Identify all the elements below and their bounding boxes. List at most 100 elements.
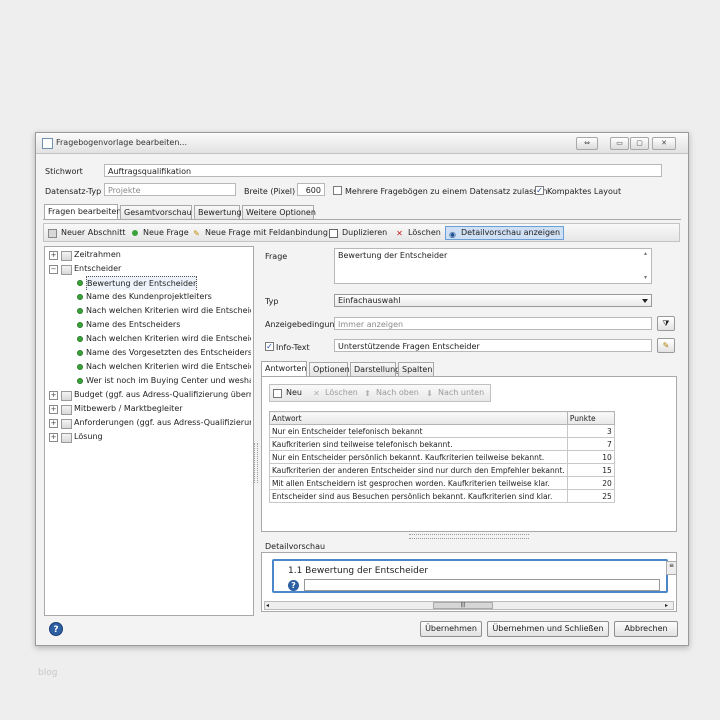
vertical-splitter[interactable] bbox=[254, 443, 258, 483]
collapse-icon[interactable]: − bbox=[49, 265, 58, 274]
tab-fragen-bearbeiten[interactable]: Fragen bearbeiten bbox=[44, 204, 121, 219]
tree-question[interactable]: Nach welchen Kriterien wird die Entschei… bbox=[49, 360, 251, 374]
green-dot-icon bbox=[77, 378, 83, 384]
tree-label: Budget (ggf. aus Adress-Qualifizierung ü… bbox=[74, 390, 251, 399]
question-toolbar: Neuer Abschnitt Neue Frage ✎ Neue Frage … bbox=[43, 223, 680, 242]
tree-question[interactable]: Wer ist noch im Buying Center und weshal… bbox=[49, 374, 251, 388]
preview-select[interactable] bbox=[304, 579, 660, 591]
expand-icon[interactable]: + bbox=[49, 405, 58, 414]
nach-unten-button[interactable]: ⬇ Nach unten bbox=[423, 386, 484, 400]
close-button[interactable]: ✕ bbox=[652, 137, 676, 150]
tree-section[interactable]: + Mitbewerb / Marktbegleiter bbox=[49, 402, 251, 416]
tree-section[interactable]: + Zeitrahmen bbox=[49, 248, 251, 262]
restore-arrows-icon[interactable]: ⇔ bbox=[576, 137, 598, 150]
antwort-cell: Entscheider sind aus Besuchen persönlich… bbox=[269, 489, 568, 503]
preview-hscrollbar[interactable]: ◂ ||| ▸ bbox=[264, 601, 674, 610]
tree-question[interactable]: Name des Kundenprojektleiters bbox=[49, 290, 251, 304]
uebernehmen-und-schliessen-button[interactable]: Übernehmen und Schließen bbox=[487, 621, 609, 637]
tree-question[interactable]: Name des Entscheiders bbox=[49, 318, 251, 332]
expand-icon[interactable]: + bbox=[49, 433, 58, 442]
punkte-cell: 3 bbox=[566, 424, 615, 438]
subtab-optionen[interactable]: Optionen bbox=[309, 362, 350, 376]
table-row[interactable]: Kaufkriterien sind teilweise telefonisch… bbox=[269, 437, 615, 451]
textarea-scroll-up[interactable]: ▴ bbox=[644, 250, 647, 257]
subtab-antworten[interactable]: Antworten bbox=[261, 361, 307, 376]
expand-icon[interactable]: + bbox=[49, 419, 58, 428]
tree-section[interactable]: + Anforderungen (ggf. aus Adress-Qualifiz… bbox=[49, 416, 251, 430]
table-row[interactable]: Kaufkriterien der anderen Entscheider si… bbox=[269, 463, 615, 477]
tree-question[interactable]: Name des Vorgesetzten des Entscheiders bbox=[49, 346, 251, 360]
table-row[interactable]: Nur ein Entscheider persönlich bekannt. … bbox=[269, 450, 615, 464]
neue-frage-button[interactable]: Neue Frage bbox=[128, 226, 189, 240]
expand-icon[interactable]: + bbox=[49, 251, 58, 260]
table-row[interactable]: Entscheider sind aus Besuchen persönlich… bbox=[269, 489, 615, 503]
subtab-spalten[interactable]: Spalten bbox=[398, 362, 434, 376]
typ-select[interactable]: Einfachauswahl bbox=[334, 294, 652, 307]
tree-section[interactable]: + Budget (ggf. aus Adress-Qualifizierung … bbox=[49, 388, 251, 402]
edit-pencil-icon[interactable]: ✎ bbox=[657, 338, 675, 353]
breite-input[interactable]: 600 bbox=[297, 183, 325, 196]
delete-x-icon: ✕ bbox=[313, 389, 320, 398]
column-header-antwort[interactable]: Antwort bbox=[269, 411, 568, 425]
tree-section[interactable]: + Lösung bbox=[49, 430, 251, 444]
field-link-icon: ✎ bbox=[193, 229, 200, 238]
info-text-checkbox[interactable]: ✓ bbox=[265, 342, 274, 351]
filter-icon[interactable]: ⧩ bbox=[657, 316, 675, 331]
maximize-button[interactable]: ▢ bbox=[630, 137, 649, 150]
neuer-abschnitt-button[interactable]: Neuer Abschnitt bbox=[46, 226, 125, 240]
green-dot-icon bbox=[77, 280, 83, 286]
minimize-button[interactable]: ▭ bbox=[610, 137, 629, 150]
neue-frage-feldanbindung-button[interactable]: ✎ Neue Frage mit Feldanbindung bbox=[190, 226, 328, 240]
column-header-punkte[interactable]: Punkte bbox=[566, 411, 615, 425]
tree-question[interactable]: Bewertung der Entscheider bbox=[49, 276, 251, 290]
answer-loeschen-button[interactable]: ✕ Löschen bbox=[310, 386, 358, 400]
green-dot-icon bbox=[77, 294, 83, 300]
frage-textarea[interactable]: Bewertung der Entscheider bbox=[334, 248, 652, 284]
anzeigebedingung-label: Anzeigebedingung bbox=[265, 320, 340, 329]
textarea-scroll-down[interactable]: ▾ bbox=[644, 274, 647, 281]
expand-icon[interactable]: + bbox=[49, 391, 58, 400]
detailvorschau-button[interactable]: ◉ Detailvorschau anzeigen bbox=[445, 226, 565, 240]
neu-button[interactable]: Neu bbox=[271, 386, 302, 400]
duplizieren-button[interactable]: Duplizieren bbox=[327, 226, 387, 240]
tab-bewertung[interactable]: Bewertung bbox=[194, 205, 242, 219]
punkte-cell: 15 bbox=[566, 463, 615, 477]
answers-table: Antwort Punkte Nur ein Entscheider telef… bbox=[269, 411, 615, 503]
scroll-left-icon[interactable]: ◂ bbox=[266, 602, 269, 609]
help-icon[interactable]: ? bbox=[49, 622, 63, 636]
help-icon[interactable]: ? bbox=[288, 580, 299, 591]
nach-oben-button[interactable]: ⬆ Nach oben bbox=[361, 386, 419, 400]
tree-label: Name des Entscheiders bbox=[86, 320, 181, 329]
section-icon bbox=[61, 391, 72, 401]
datensatz-typ-label: Datensatz-Typ bbox=[45, 187, 102, 196]
table-row[interactable]: Nur ein Entscheider telefonisch bekannt 3 bbox=[269, 424, 615, 438]
punkte-cell: 20 bbox=[566, 476, 615, 490]
scroll-right-icon[interactable]: ▸ bbox=[665, 602, 668, 609]
window-icon bbox=[42, 138, 53, 149]
mehrere-checkbox[interactable] bbox=[333, 186, 342, 195]
tab-weitere-optionen[interactable]: Weitere Optionen bbox=[242, 205, 316, 219]
uebernehmen-button[interactable]: Übernehmen bbox=[420, 621, 482, 637]
hscroll-thumb[interactable]: ||| bbox=[433, 602, 493, 609]
window-title: Fragebogenvorlage bearbeiten... bbox=[56, 138, 188, 147]
title-bar: Fragebogenvorlage bearbeiten... ⇔ ▭ ▢ ✕ bbox=[36, 133, 688, 154]
arrow-up-icon: ⬆ bbox=[364, 389, 371, 398]
table-row[interactable]: Mit allen Entscheidern ist gesprochen wo… bbox=[269, 476, 615, 490]
preview-scrollbar-thumb[interactable]: ≡ bbox=[666, 561, 677, 575]
tab-divider bbox=[43, 219, 681, 220]
loeschen-button[interactable]: ✕ Löschen bbox=[393, 226, 441, 240]
tree-section[interactable]: − Entscheider bbox=[49, 262, 251, 276]
stichwort-input[interactable]: Auftragsqualifikation bbox=[104, 164, 662, 177]
anzeigebedingung-input[interactable]: Immer anzeigen bbox=[334, 317, 652, 330]
tree-question[interactable]: Nach welchen Kriterien wird die Entschei… bbox=[49, 332, 251, 346]
tab-gesamtvorschau[interactable]: Gesamtvorschau bbox=[120, 205, 192, 219]
kompakt-checkbox[interactable]: ✓ bbox=[535, 186, 544, 195]
subtab-darstellung[interactable]: Darstellung bbox=[350, 362, 400, 376]
tree-question[interactable]: Nach welchen Kriterien wird die Entschei… bbox=[49, 304, 251, 318]
horizontal-splitter[interactable] bbox=[409, 534, 529, 539]
tree-label: Wer ist noch im Buying Center und weshal… bbox=[86, 376, 251, 385]
info-text-input[interactable]: Unterstützende Fragen Entscheider bbox=[334, 339, 652, 352]
section-icon bbox=[61, 405, 72, 415]
datensatz-typ-input[interactable]: Projekte bbox=[104, 183, 236, 196]
abbrechen-button[interactable]: Abbrechen bbox=[614, 621, 678, 637]
